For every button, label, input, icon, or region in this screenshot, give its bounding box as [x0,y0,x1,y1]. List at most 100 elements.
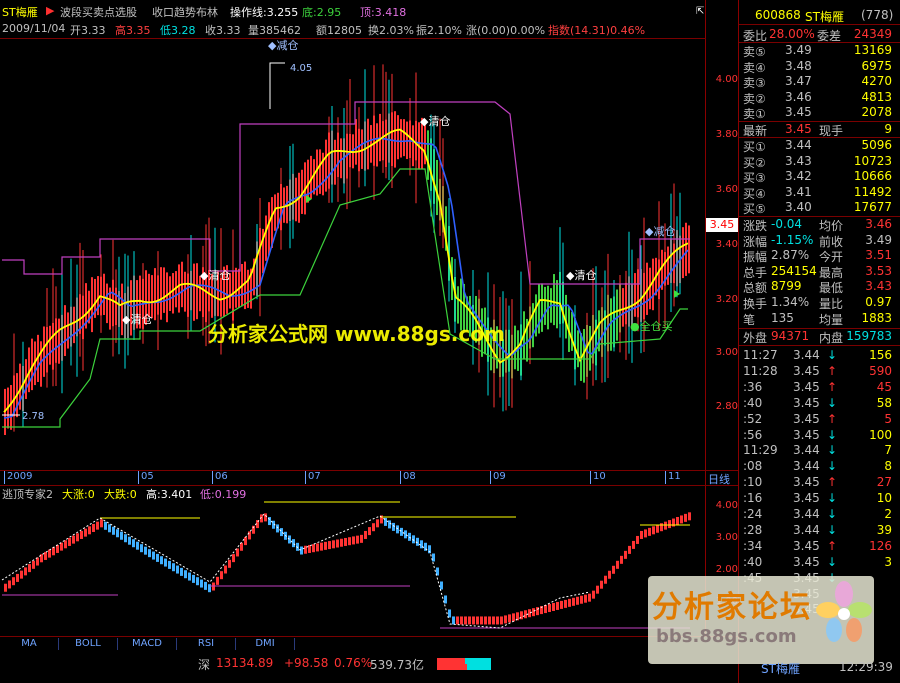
month-label: 06 [212,471,228,484]
bid-volume: 10666 [853,169,892,184]
tab-rsi[interactable]: RSI [177,638,236,650]
tick-price: 3.45 [793,411,820,426]
sub-indicator-bar [24,567,27,576]
arrow-down-icon: ↓ [827,554,838,569]
sub-indicator-bar [372,523,375,532]
tab-macd[interactable]: MACD [118,638,177,650]
main-y-label: 3.40 [715,239,738,250]
tick-price: 3.44 [793,522,820,537]
price-fill-bar [244,261,246,310]
sub-indicator-bar [128,536,131,545]
arrow-down-icon: ↓ [827,348,838,362]
sub-indicator-bar [344,537,347,546]
price-fill-bar [403,119,405,157]
sub-indicator-bar [448,609,451,618]
sub-indicator-bar [440,581,443,590]
tick-time: 11:28 [743,363,778,378]
sub-indicator-bar [132,539,135,548]
price-fill-bar [622,288,624,327]
price-fill-bar [163,267,165,313]
tick-volume: 10 [876,491,892,506]
sub-bottom-sep [0,636,738,637]
bid-price: 3.41 [785,184,812,199]
tick-row: 11:28 3.45 ↑ 590 [741,364,896,379]
sub-indicator-bar [264,513,267,522]
sub-indicator-bar [116,529,119,538]
tab-ma[interactable]: MA [0,638,59,650]
tab-dmi[interactable]: DMI [236,638,295,650]
ask-row: 卖④ 3.48 6975 [741,59,896,75]
sub-indicator-bar [96,521,99,530]
arrow-down-icon: ↓ [827,522,838,537]
sub-chart-header: 逃顶专家2 大涨:0 大跌:0 高:3.401 低:0.199 [0,486,706,501]
tick-volume: 45 [876,379,892,394]
price-fill-bar [268,202,270,256]
stat-row: 笔 135 均量 1883 [741,311,896,327]
sub-indicator-bar [172,563,175,572]
ask-label: 卖② [743,91,766,106]
bid-label: 买⑤ [743,202,766,217]
sub-indicator-bar [644,529,647,538]
tick-time: :40 [743,395,763,410]
price-fill-bar [106,283,108,324]
annotation-clear: ◆清仓 [200,268,230,282]
price-fill-bar [121,283,123,336]
price-fill-bar [616,289,618,341]
tick-price: 3.44 [793,348,820,362]
ask-price: 3.45 [785,105,812,120]
bid-label: 买④ [743,186,766,201]
ask-label: 卖① [743,107,766,122]
sub-indicator-bar [100,519,103,528]
arrow-down-icon: ↓ [827,443,838,458]
tick-price: 3.45 [793,491,820,506]
bid-price: 3.40 [785,200,812,215]
price-fill-bar [634,273,636,317]
sub-indicator-bar [684,513,687,522]
month-label: 09 [490,471,506,484]
stat-label: 涨跌 [743,219,768,233]
ask-row: 卖② 3.46 4813 [741,90,896,106]
tick-volume: 126 [869,538,892,553]
sub-indicator-bar [640,530,643,539]
sub-indicator-bar [340,538,343,547]
tick-price: 3.44 [793,459,820,474]
tick-row: :08 3.44 ↓ 8 [741,459,896,474]
price-fill-bar [73,306,75,344]
sub-indicator-bar [664,521,667,530]
scroll-top-button[interactable]: ⇱ [696,6,706,18]
price-fill-bar [43,326,45,377]
forum-watermark: 分析家论坛 bbs.88gs.com [648,576,874,664]
sub-y-label: 4.00 [715,500,738,511]
tick-row: :24 3.44 ↓ 2 [741,507,896,522]
sub-indicator-bar [516,612,519,621]
tab-boll[interactable]: BOLL [59,638,118,650]
outer-label: 外盘 [743,331,768,345]
sub-indicator-bar [136,541,139,550]
sub-indicator-bar [376,519,379,528]
sub-indicator-bar [688,512,691,521]
sub-indicator-bar [504,615,507,624]
bid-volume: 17677 [853,200,892,215]
stat-label: 均量 [819,312,844,327]
sub-indicator-bar [564,599,567,608]
sub-indicator-bar [400,527,403,536]
price-fill-bar [400,119,402,158]
sub-indicator-bar [580,595,583,604]
annotation-clear: ◆清仓 [122,312,152,326]
main-y-label: 3.00 [715,347,738,358]
price-fill-bar [172,273,174,314]
sub-indicator-bar [184,570,187,579]
sub-indicator-bar [72,535,75,544]
tick-volume: 100 [869,427,892,442]
bottom-stock-name: ST梅雁 [761,662,800,676]
quote-sep-7 [739,345,900,346]
tick-time: :08 [743,459,763,474]
current-price-tag: 3.45 [706,218,738,232]
stat-value: 3.49 [865,232,892,247]
sub-indicator-bar [468,616,471,625]
sub-indicator-bar [636,535,639,544]
stat-label: 最低 [819,281,844,296]
sub-indicator-bar [452,616,455,625]
tick-volume: 7 [884,443,892,458]
sub-indicator-chart [1,501,691,629]
